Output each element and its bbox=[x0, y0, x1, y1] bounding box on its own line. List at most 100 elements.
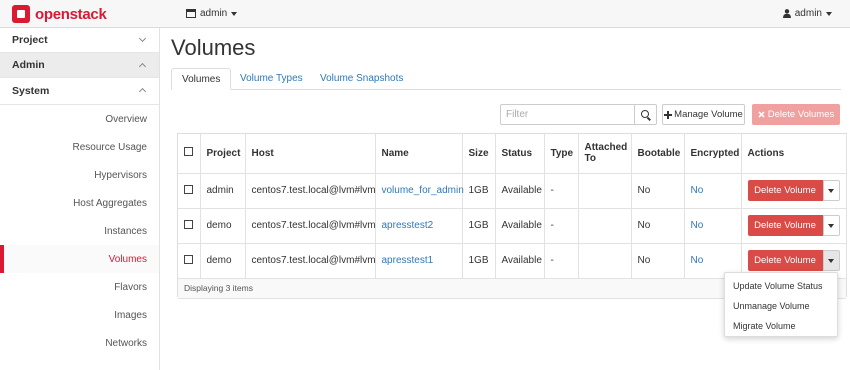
cell-project: demo bbox=[200, 243, 246, 279]
table-row: admin centos7.test.local@lvm#lvm volume_… bbox=[178, 173, 847, 209]
cell-attached-to bbox=[578, 173, 632, 209]
select-all-checkbox[interactable] bbox=[184, 147, 193, 157]
cell-type: - bbox=[544, 243, 579, 279]
cell-size: 1GB bbox=[462, 208, 496, 244]
cell-attached-to bbox=[578, 208, 632, 244]
filter-box bbox=[500, 104, 657, 125]
logo-icon bbox=[12, 5, 30, 23]
row-action-group: Delete Volume bbox=[747, 215, 846, 236]
cell-actions: Delete Volume bbox=[741, 173, 847, 209]
sidebar-item-label: Overview bbox=[105, 113, 147, 125]
table-header-row: Project Host Name Size Status Type Attac… bbox=[178, 134, 847, 174]
sidebar-item-images[interactable]: Images bbox=[0, 301, 159, 329]
cell-type: - bbox=[544, 208, 579, 244]
sidebar-item-instances[interactable]: Instances bbox=[0, 217, 159, 245]
cell-encrypted-link[interactable]: No bbox=[684, 208, 742, 244]
user-menu-label: admin bbox=[794, 8, 822, 19]
row-actions-dropdown-toggle[interactable] bbox=[822, 180, 840, 201]
column-header-project[interactable]: Project bbox=[200, 134, 246, 174]
cell-actions: Delete Volume bbox=[741, 208, 847, 244]
volume-name-link[interactable]: apresstest1 bbox=[375, 243, 463, 279]
cell-host: centos7.test.local@lvm#lvm bbox=[245, 173, 376, 209]
column-header-attached-to[interactable]: Attached To bbox=[578, 134, 632, 174]
sidebar-item-label: Flavors bbox=[114, 281, 147, 293]
sidebar-item-label: Instances bbox=[104, 225, 147, 237]
caret-down-icon bbox=[828, 188, 834, 193]
delete-volume-button[interactable]: Delete Volume bbox=[747, 215, 823, 236]
cell-type: - bbox=[544, 173, 579, 209]
tab-bar: Volumes Volume Types Volume Snapshots bbox=[171, 68, 841, 90]
menu-item-migrate-volume[interactable]: Migrate Volume bbox=[725, 316, 837, 336]
filter-search-button[interactable] bbox=[634, 105, 656, 124]
cell-encrypted-link[interactable]: No bbox=[684, 173, 742, 209]
cell-size: 1GB bbox=[462, 173, 496, 209]
caret-down-icon bbox=[231, 11, 238, 16]
filter-input[interactable] bbox=[501, 105, 633, 124]
sidebar-item-resource-usage[interactable]: Resource Usage bbox=[0, 133, 159, 161]
column-header-name[interactable]: Name bbox=[375, 134, 463, 174]
volume-name-link[interactable]: volume_for_admin bbox=[375, 173, 464, 209]
chevron-up-icon bbox=[138, 62, 147, 71]
sidebar-section-project[interactable]: Project bbox=[0, 28, 159, 53]
sidebar-item-label: Networks bbox=[105, 337, 147, 349]
column-header-host[interactable]: Host bbox=[245, 134, 376, 174]
delete-volume-button[interactable]: Delete Volume bbox=[747, 180, 823, 201]
row-checkbox[interactable] bbox=[184, 254, 193, 264]
column-header-actions: Actions bbox=[741, 134, 847, 174]
row-action-group: Delete Volume bbox=[747, 180, 846, 201]
delete-volumes-button[interactable]: Delete Volumes bbox=[752, 104, 840, 125]
brand-logo[interactable]: openstack bbox=[12, 5, 107, 23]
plus-icon bbox=[664, 110, 673, 119]
cell-bootable: No bbox=[631, 208, 685, 244]
column-header-bootable[interactable]: Bootable bbox=[631, 134, 685, 174]
column-header-encrypted[interactable]: Encrypted bbox=[684, 134, 742, 174]
sidebar-item-overview[interactable]: Overview bbox=[0, 105, 159, 133]
brand-name: openstack bbox=[35, 5, 107, 23]
sidebar-item-hypervisors[interactable]: Hypervisors bbox=[0, 161, 159, 189]
project-switcher[interactable]: admin bbox=[186, 8, 238, 19]
chevron-down-icon bbox=[138, 34, 147, 43]
delete-volume-button[interactable]: Delete Volume bbox=[747, 250, 823, 271]
manage-volume-button[interactable]: Manage Volume bbox=[662, 104, 745, 125]
tab-volumes[interactable]: Volumes bbox=[171, 68, 232, 90]
sidebar-item-label: Resource Usage bbox=[72, 141, 147, 153]
row-checkbox[interactable] bbox=[184, 184, 193, 194]
row-actions-dropdown-toggle[interactable] bbox=[822, 215, 840, 236]
sidebar-item-label: Host Aggregates bbox=[73, 197, 147, 209]
cell-status: Available bbox=[495, 208, 545, 244]
menu-item-unmanage-volume[interactable]: Unmanage Volume bbox=[725, 296, 837, 316]
user-menu[interactable]: admin bbox=[782, 8, 832, 19]
volume-name-link[interactable]: apresstest2 bbox=[375, 208, 463, 244]
sidebar-item-volumes[interactable]: Volumes bbox=[0, 245, 159, 273]
sidebar-section-admin[interactable]: Admin bbox=[0, 53, 159, 78]
tab-volume-types[interactable]: Volume Types bbox=[230, 68, 313, 90]
sidebar-item-networks[interactable]: Networks bbox=[0, 329, 159, 357]
column-header-type[interactable]: Type bbox=[544, 134, 579, 174]
row-select-cell bbox=[178, 208, 201, 244]
caret-down-icon bbox=[828, 258, 834, 263]
row-actions-dropdown-toggle[interactable] bbox=[822, 250, 840, 271]
row-checkbox[interactable] bbox=[184, 219, 193, 229]
cell-status: Available bbox=[495, 243, 545, 279]
row-action-group: Delete Volume bbox=[747, 250, 846, 271]
tab-volume-snapshots[interactable]: Volume Snapshots bbox=[310, 68, 413, 90]
sidebar-section-system[interactable]: System bbox=[0, 78, 159, 105]
cell-bootable: No bbox=[631, 173, 685, 209]
cell-host: centos7.test.local@lvm#lvm bbox=[245, 208, 376, 244]
close-icon bbox=[758, 111, 765, 118]
column-header-size[interactable]: Size bbox=[462, 134, 496, 174]
sidebar-item-label: Volumes bbox=[108, 253, 147, 265]
sidebar-item-label: Hypervisors bbox=[94, 169, 147, 181]
menu-item-update-volume-status[interactable]: Update Volume Status bbox=[725, 276, 837, 296]
row-select-cell bbox=[178, 173, 201, 209]
sidebar-item-flavors[interactable]: Flavors bbox=[0, 273, 159, 301]
sidebar-item-host-aggregates[interactable]: Host Aggregates bbox=[0, 189, 159, 217]
row-select-cell bbox=[178, 243, 201, 279]
column-header-status[interactable]: Status bbox=[495, 134, 545, 174]
cell-project: demo bbox=[200, 208, 246, 244]
page-title: Volumes bbox=[171, 35, 256, 60]
cell-host: centos7.test.local@lvm#lvm bbox=[245, 243, 376, 279]
project-icon bbox=[186, 9, 196, 18]
sidebar: Project Admin System Overview Resource U… bbox=[0, 28, 160, 370]
cell-bootable: No bbox=[631, 243, 685, 279]
